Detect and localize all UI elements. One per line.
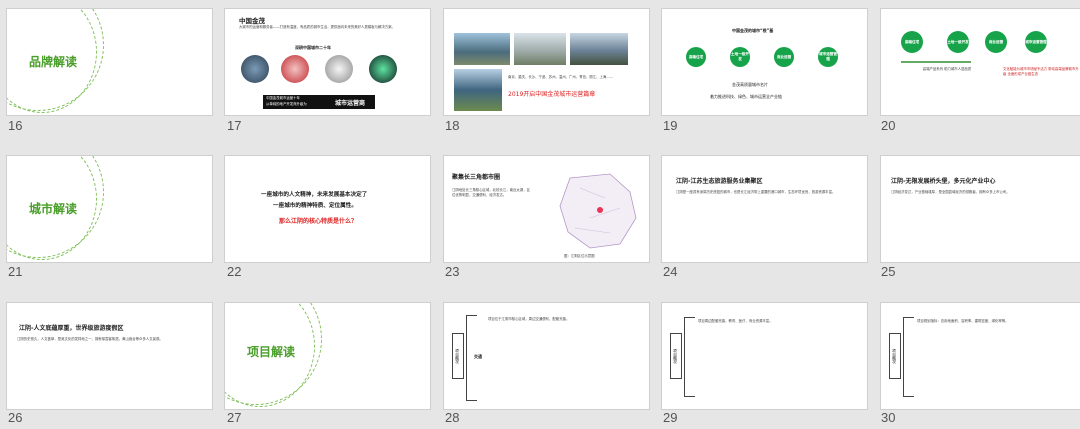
- caption-small: 中国金茂城市运营十年: [266, 96, 300, 100]
- photo-circle: [369, 55, 397, 83]
- caption-prefix: 从单纯的地产开发商升级为: [266, 102, 307, 106]
- pillar-circle: 城市运营管理: [818, 47, 838, 67]
- section-title: 项目解读: [247, 345, 296, 359]
- right-note: 文化赋能为城市市场赋予活力 带动高端品牌城市升级 全面形成产业链生态: [1003, 67, 1079, 76]
- slide-number: 24: [663, 264, 678, 279]
- vertical-label: 项目概况: [670, 333, 682, 379]
- slide-body: 江阴是一座具有深厚历史底蕴的城市，也是长江经济带上重要的港口城市，生态环境优良，…: [676, 190, 836, 194]
- pillar-circle: 城市运营管理: [1025, 31, 1047, 53]
- city-photo: [514, 33, 566, 65]
- pillar-circle: 商业运营: [985, 31, 1007, 53]
- slide-thumbnail-24[interactable]: 江阴-江苏生态旅游服务业集聚区 江阴是一座具有深厚历史底蕴的城市，也是长江经济带…: [661, 155, 868, 263]
- slide-number: 30: [881, 410, 896, 425]
- caption-bar: 中国金茂城市运营十年 从单纯的地产开发商升级为 城市运营商: [263, 95, 375, 109]
- slide-body: 南京、重庆、长沙、宁波、苏州、温州、广州、青岛、丽江、上海……: [508, 75, 614, 79]
- slide-thumbnail-16[interactable]: 品牌解读: [6, 8, 213, 116]
- slide-number: 19: [663, 118, 678, 133]
- slide-thumbnail-27[interactable]: 项目解读: [224, 302, 431, 410]
- section-title: 品牌解读: [29, 55, 78, 69]
- slide-thumbnail-30[interactable]: 项目概况 项目规划指标：总用地面积、容积率、建筑密度、绿化率等。: [880, 302, 1080, 410]
- photo-circle: [241, 55, 269, 83]
- city-photo: [454, 33, 510, 65]
- slide-thumbnail-25[interactable]: 江阴-无限发展桥头堡，多元化产业中心 江阴经济发达，产业基础雄厚，是全国县域经济…: [880, 155, 1080, 263]
- slide-body: 江阴地处长三角核心区域，北枕长江，南近太湖，区位优势明显，交通便利，经济发达。: [452, 188, 530, 197]
- slide-number: 22: [227, 264, 242, 279]
- pillar-circle: 高端住宅: [686, 47, 706, 67]
- slide-number: 26: [8, 410, 23, 425]
- slide-thumbnail-21[interactable]: 城市解读: [6, 155, 213, 263]
- slide-body: 项目周边配套完善，教育、医疗、商业资源丰富。: [698, 319, 773, 323]
- statement-line: 一座城市的人文精神，未来发展基本决定了: [261, 192, 368, 198]
- region-map: [559, 173, 637, 249]
- slide-body: 大城市的运营和服务者——打造有温度、有品质的城市生活，提供面向未来的美好人居模板…: [239, 25, 395, 29]
- question-text: 那么江阴的核心特质是什么？: [279, 218, 358, 225]
- slide-number: 27: [227, 410, 242, 425]
- slide-subtitle: 深耕中国城市二十年: [295, 45, 331, 50]
- slide-number: 25: [881, 264, 896, 279]
- slide-number: 23: [445, 264, 460, 279]
- slide-number: 29: [663, 410, 678, 425]
- bracket: [903, 317, 914, 397]
- slide-thumbnail-22[interactable]: 一座城市的人文精神，未来发展基本决定了 一座城市的精神特质、定位属性。 那么江阴…: [224, 155, 431, 263]
- slide-body: 江阴经济发达，产业基础雄厚，是全国县域经济的领跑者，拥有众多上市公司。: [891, 190, 1010, 194]
- slide-thumbnail-28[interactable]: 项目概况 交通 项目位于江阴市核心区域，周边交通便利，配套完善。: [443, 302, 650, 410]
- slide-title: 江阴-江苏生态旅游服务业集聚区: [676, 178, 763, 185]
- highlight-text: 2019开启中国金茂城市运营篇章: [508, 91, 596, 98]
- slide-title: 江阴-无限发展桥头堡，多元化产业中心: [891, 178, 996, 185]
- bracket: [684, 317, 695, 397]
- bottom-text: 着力推进科技、绿色、城市运营全产业链: [710, 94, 782, 99]
- slide-number: 28: [445, 410, 460, 425]
- statement-line: 一座城市的精神特质、定位属性。: [273, 203, 357, 209]
- slide-thumbnail-20[interactable]: 高端住宅 土地一级开发 商业运营 城市运营管理 高端产品系列 助力城市人居品质 …: [880, 8, 1080, 116]
- map-caption: 图：江阴区位示意图: [564, 254, 595, 258]
- slide-title: 聚集长三角都市圈: [452, 174, 501, 181]
- pillar-circle: 高端住宅: [901, 31, 923, 53]
- slide-title: 中国金茂的城市“根”基: [732, 28, 774, 33]
- slide-thumbnail-29[interactable]: 项目概况 项目周边配套完善，教育、医疗、商业资源丰富。: [661, 302, 868, 410]
- item-label: 交通: [474, 354, 482, 359]
- slide-number: 21: [8, 264, 23, 279]
- slide-number: 17: [227, 118, 242, 133]
- section-title: 城市解读: [29, 202, 78, 216]
- slide-number: 20: [881, 118, 896, 133]
- divider-line: [901, 61, 971, 63]
- slide-body: 项目规划指标：总用地面积、容积率、建筑密度、绿化率等。: [917, 319, 1009, 323]
- pillar-circle: 土地一级开发: [730, 47, 750, 67]
- slide-body: 项目位于江阴市核心区域，周边交通便利，配套完善。: [488, 317, 570, 321]
- slide-title: 江阴-人文底蕴厚重，世界级旅游度假区: [19, 325, 124, 332]
- slide-body: 江阴历史悠久，人文荟萃，是吴文化的发祥地之一，拥有徐霞客故居、黄山炮台等众多人文…: [17, 337, 163, 341]
- slide-thumbnail-18[interactable]: 南京、重庆、长沙、宁波、苏州、温州、广州、青岛、丽江、上海…… 2019开启中国…: [443, 8, 650, 116]
- caption-main: 城市运营商: [335, 100, 366, 107]
- photo-circle: [325, 55, 353, 83]
- photo-circle: [281, 55, 309, 83]
- slide-thumbnail-17[interactable]: 中国金茂 大城市的运营和服务者——打造有温度、有品质的城市生活，提供面向未来的美…: [224, 8, 431, 116]
- pillar-circle: 商业运营: [774, 47, 794, 67]
- slide-thumbnail-19[interactable]: 中国金茂的城市“根”基 高端住宅 土地一级开发 商业运营 城市运营管理 金茂高质…: [661, 8, 868, 116]
- pillar-circle: 土地一级开发: [947, 31, 969, 53]
- left-note: 高端产品系列 助力城市人居品质: [922, 67, 972, 71]
- slide-title: 中国金茂: [239, 17, 265, 25]
- city-photo: [570, 33, 628, 65]
- city-photo: [454, 69, 502, 111]
- slide-thumbnail-26[interactable]: 江阴-人文底蕴厚重，世界级旅游度假区 江阴历史悠久，人文荟萃，是吴文化的发祥地之…: [6, 302, 213, 410]
- vertical-label: 项目概况: [889, 333, 901, 379]
- slide-thumbnail-23[interactable]: 聚集长三角都市圈 江阴地处长三角核心区域，北枕长江，南近太湖，区位优势明显，交通…: [443, 155, 650, 263]
- vertical-label: 项目概况: [452, 333, 464, 379]
- slide-number: 16: [8, 118, 23, 133]
- slide-number: 18: [445, 118, 460, 133]
- mid-text: 金茂高质量城市名片: [732, 82, 768, 87]
